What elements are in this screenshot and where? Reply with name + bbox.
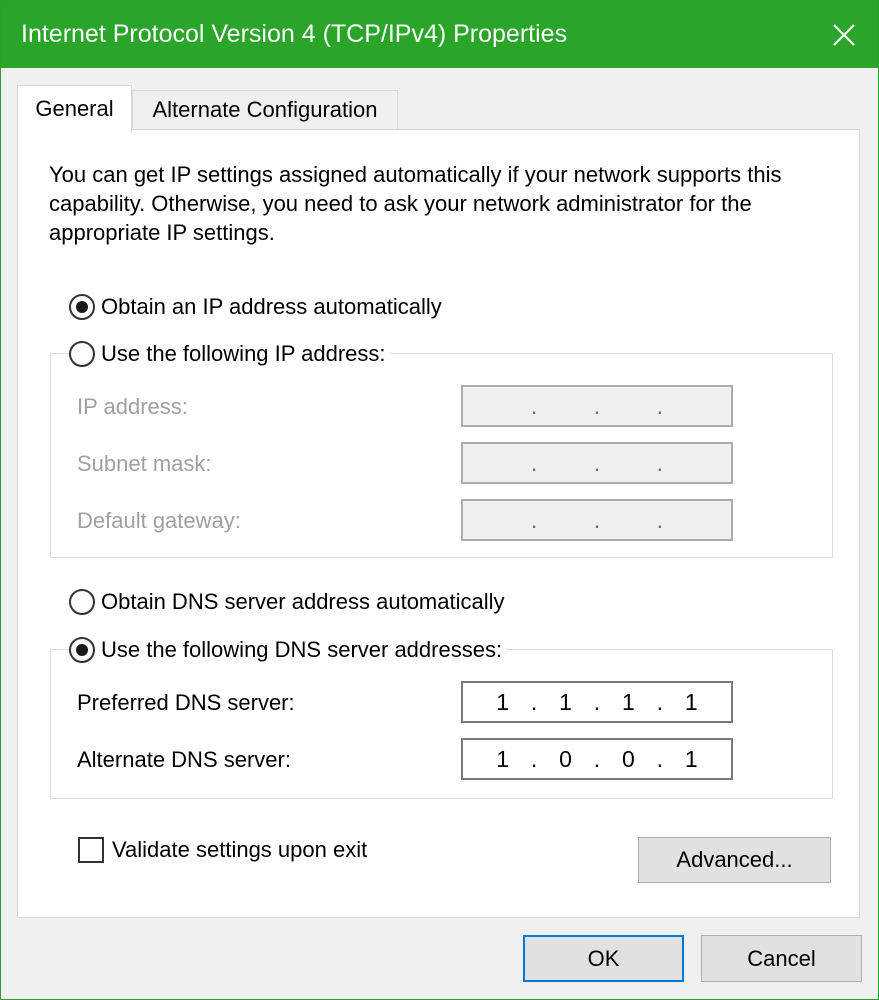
octet: 1 xyxy=(496,688,510,715)
octet: 1 xyxy=(621,688,635,715)
dot: . xyxy=(530,449,538,476)
use-following-ip-label: Use the following IP address: xyxy=(101,341,386,366)
use-following-ip-radio[interactable]: Use the following IP address: xyxy=(69,341,390,367)
general-tab-panel: You can get IP settings assigned automat… xyxy=(17,129,860,918)
octet: 1 xyxy=(496,745,510,772)
octet: 1 xyxy=(684,688,698,715)
description-text: You can get IP settings assigned automat… xyxy=(49,162,782,245)
ip-address-label: IP address: xyxy=(77,394,188,419)
alternate-dns-input[interactable]: 1. 0. 0. 1 xyxy=(461,738,733,780)
preferred-dns-input[interactable]: 1. 1. 1. 1 xyxy=(461,681,733,723)
dot: . xyxy=(656,745,663,772)
dot: . xyxy=(593,688,601,715)
tab-alternate-configuration[interactable]: Alternate Configuration xyxy=(132,90,398,129)
radio-checked-icon xyxy=(69,294,95,320)
default-gateway-input[interactable]: . . . xyxy=(461,499,733,541)
octet: 0 xyxy=(559,745,572,772)
checkbox-unchecked-icon xyxy=(78,837,104,863)
advanced-button[interactable]: Advanced... xyxy=(638,837,831,883)
close-icon xyxy=(833,23,855,46)
radio-checked-icon xyxy=(69,637,95,663)
obtain-dns-auto-label: Obtain DNS server address automatically xyxy=(101,589,505,614)
dot: . xyxy=(656,449,663,476)
obtain-ip-auto-label: Obtain an IP address automatically xyxy=(101,294,442,319)
dot: . xyxy=(593,745,601,772)
dot: . xyxy=(656,392,663,419)
subnet-mask-input[interactable]: . . . xyxy=(461,442,733,484)
obtain-dns-auto-radio[interactable]: Obtain DNS server address automatically xyxy=(69,589,509,615)
dot: . xyxy=(530,745,538,772)
validate-settings-label: Validate settings upon exit xyxy=(112,837,368,862)
octet: 1 xyxy=(684,745,698,772)
dot: . xyxy=(530,392,538,419)
radio-unchecked-icon xyxy=(69,341,95,367)
dot: . xyxy=(656,688,663,715)
use-following-dns-label: Use the following DNS server addresses: xyxy=(101,637,503,662)
subnet-mask-label: Subnet mask: xyxy=(77,451,212,476)
dot: . xyxy=(593,506,601,533)
dot: . xyxy=(593,449,601,476)
ok-button[interactable]: OK xyxy=(523,935,684,982)
validate-settings-checkbox[interactable]: Validate settings upon exit xyxy=(78,837,367,863)
dot: . xyxy=(593,392,601,419)
octet: 1 xyxy=(559,688,572,715)
alternate-dns-label: Alternate DNS server: xyxy=(77,747,291,772)
cancel-button[interactable]: Cancel xyxy=(701,935,862,982)
title-bar: Internet Protocol Version 4 (TCP/IPv4) P… xyxy=(1,1,878,68)
ipv4-properties-dialog: Internet Protocol Version 4 (TCP/IPv4) P… xyxy=(0,0,879,1000)
use-following-dns-radio[interactable]: Use the following DNS server addresses: xyxy=(69,637,507,663)
ip-address-input[interactable]: . . . xyxy=(461,385,733,427)
tab-general[interactable]: General xyxy=(17,85,132,132)
default-gateway-label: Default gateway: xyxy=(77,508,241,533)
dot: . xyxy=(530,688,538,715)
octet: 0 xyxy=(621,745,635,772)
window-title: Internet Protocol Version 4 (TCP/IPv4) P… xyxy=(21,20,568,48)
dot: . xyxy=(656,506,663,533)
preferred-dns-label: Preferred DNS server: xyxy=(77,690,295,715)
obtain-ip-auto-radio[interactable]: Obtain an IP address automatically xyxy=(69,294,446,320)
dot: . xyxy=(530,506,538,533)
radio-unchecked-icon xyxy=(69,589,95,615)
close-button[interactable] xyxy=(810,1,878,68)
